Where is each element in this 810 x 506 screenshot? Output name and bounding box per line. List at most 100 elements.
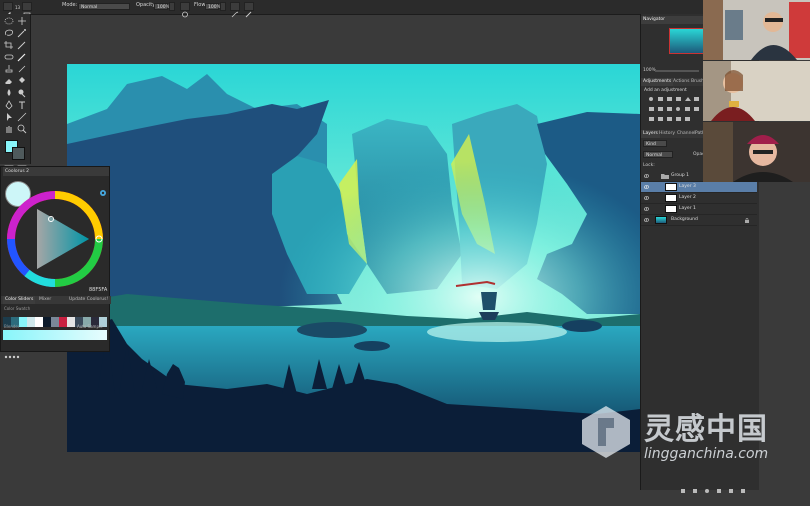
type-tool[interactable] [16,100,28,110]
navigator-zoom[interactable]: 100% [643,68,656,73]
visibility-eye-icon[interactable] [644,174,649,178]
pen-icon [5,100,13,110]
move-icon [18,17,26,25]
color-wheel[interactable] [7,191,103,288]
bandage-icon [4,54,14,60]
blur-tool[interactable] [3,88,15,98]
webcam-feed-guest-2 [703,122,810,182]
hand-tool[interactable] [3,124,15,134]
layer-name: Layer 2 [679,195,696,200]
mode-select[interactable]: Normal [78,3,130,10]
brush-size-label: 13 [15,5,21,10]
lock-icon [745,218,749,223]
background-color-swatch[interactable] [12,147,25,160]
pressure-size-button[interactable] [244,2,254,18]
navigator-thumbnail[interactable] [669,28,707,54]
airbrush-icon [231,11,239,18]
watermark-logo-icon [582,406,630,458]
webcam-feed-host [703,0,810,60]
layer-filter-select[interactable]: Kind [643,140,667,147]
layer-thumbnail [665,194,677,202]
layer-filter-value: Kind [646,142,656,147]
layer-row[interactable]: Background [641,215,757,226]
zoom-icon [17,124,27,134]
eraser-tool[interactable] [3,76,15,86]
visibility-eye-icon[interactable] [644,218,649,222]
bucket-icon [19,77,25,83]
paint-bucket-tool[interactable] [16,76,28,86]
zoom-tool[interactable] [16,124,28,134]
update-coolorus-link[interactable]: Update Coolorus! [67,296,110,304]
move-tool[interactable] [16,16,28,26]
zoom-slider[interactable] [655,70,699,72]
brush-tool[interactable] [16,52,28,62]
layer-row[interactable]: Layer 1 [641,204,757,215]
auto-sample-toggle[interactable]: Auto Sample [77,324,103,329]
adjustments-tabbar: Adjustments Actions Brush [641,78,705,86]
visibility-eye-icon[interactable] [644,185,649,189]
visibility-eye-icon[interactable] [644,207,649,211]
blend-mode-select[interactable]: Normal [643,151,673,158]
marquee-icon [4,17,14,25]
brush-preset-picker[interactable] [3,2,13,18]
tab-mixer[interactable]: Mixer [37,296,53,304]
flow-value: 100% [208,5,221,10]
line-tool[interactable] [16,112,28,122]
navigator-title: Navigator [643,17,666,22]
layers-footer-buttons[interactable] [677,480,757,493]
tools-panel [0,14,31,173]
path-select-tool[interactable] [3,112,15,122]
layer-name: Background [671,217,698,222]
drop-icon [7,89,11,96]
document-canvas[interactable] [67,64,640,452]
blender-gradient[interactable] [3,330,107,340]
marquee-tool[interactable] [3,16,15,26]
lasso-tool[interactable] [3,28,15,38]
flow-field[interactable]: 100% [205,3,221,10]
folder-icon [661,174,669,179]
layer-name: Group 1 [671,173,689,178]
coolorus-panel: Coolorus 2 88F5FA Color Sliders Mixer Up… [0,166,111,359]
webcam-feed-guest-1 [703,61,810,121]
tab-history[interactable]: History [657,130,677,138]
blender-dots [4,344,24,359]
watermark-logo [576,402,636,462]
adjustment-icons[interactable] [647,96,703,124]
airbrush-button[interactable] [230,2,240,18]
pen-size-icon [245,11,252,18]
color-swatch-strip[interactable] [3,312,107,327]
eraser-icon [5,79,12,84]
layers-tabbar: Layers History Channel Paths [641,130,707,138]
pen-tool[interactable] [3,100,15,110]
crop-icon [4,41,13,49]
flow-dropdown[interactable] [220,2,226,11]
coolorus-title[interactable]: Coolorus 2 [3,167,109,176]
coolorus-tabs: Color Sliders Mixer Update Coolorus! [1,296,111,304]
lock-label: Lock: [643,163,655,168]
watermark-url: lingganchina.com [644,446,769,462]
opacity-dropdown[interactable] [169,2,175,11]
history-brush-tool[interactable] [16,64,28,74]
brush-panel-toggle[interactable] [22,2,32,18]
opacity-field[interactable]: 100% [154,3,170,10]
pen-pressure-icon [182,11,188,18]
tab-color-sliders[interactable]: Color Sliders [3,296,36,304]
hex-value[interactable]: 88F5FA [89,287,107,293]
eyedropper-icon [17,41,26,50]
tab-adjustments[interactable]: Adjustments [641,78,674,86]
navigator-header[interactable]: Navigator [641,16,703,24]
settings-gear-icon[interactable] [99,182,107,196]
quick-select-tool[interactable] [16,28,28,38]
healing-brush-tool[interactable] [3,52,15,62]
eyedropper-tool[interactable] [16,40,28,50]
layer-action-icons [681,489,745,493]
clone-stamp-tool[interactable] [3,64,15,74]
layer-row[interactable]: Layer 2 [641,193,757,204]
layer-thumbnail [665,183,677,191]
layer-row-selected[interactable]: Layer 3 [641,182,757,193]
crop-tool[interactable] [3,40,15,50]
dodge-tool[interactable] [16,88,28,98]
visibility-eye-icon[interactable] [644,196,649,200]
dodge-icon [18,89,26,98]
pressure-opacity-button[interactable] [180,2,190,18]
